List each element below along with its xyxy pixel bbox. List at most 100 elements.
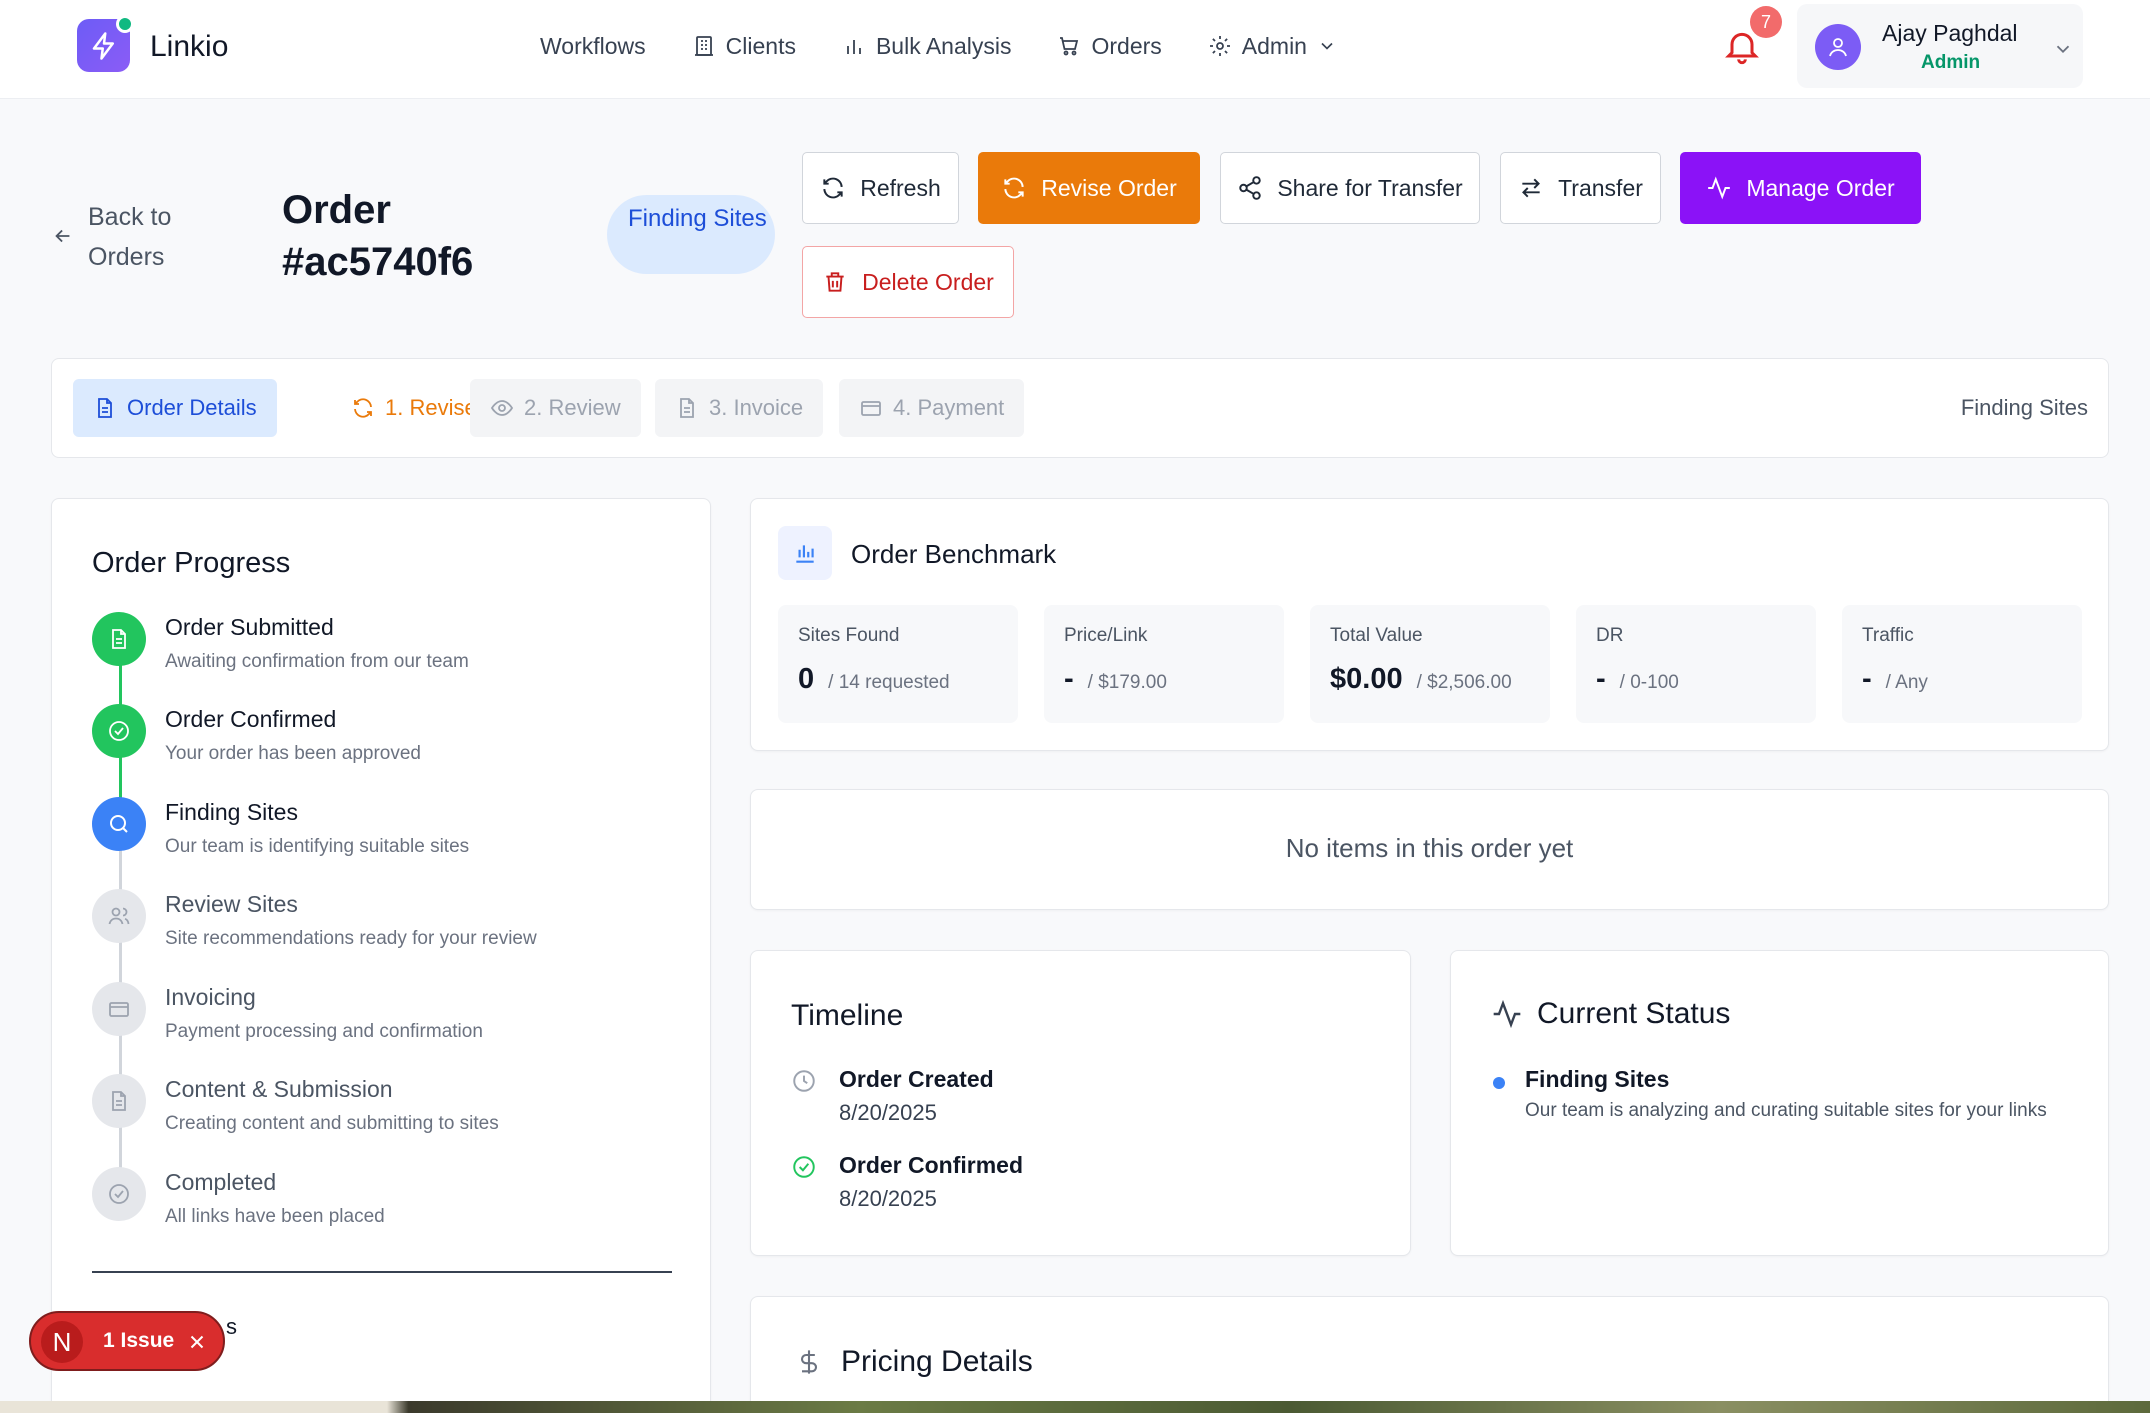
bar-chart-icon bbox=[847, 40, 861, 54]
timeline-event-title: Order Confirmed bbox=[839, 1152, 1024, 1178]
trash-icon bbox=[826, 272, 844, 292]
dollar-icon bbox=[800, 1350, 818, 1374]
metric-value: $0.00 / $2,506.00 bbox=[1330, 663, 1512, 696]
notification-count-badge: 7 bbox=[1750, 6, 1782, 38]
check-circle-icon bbox=[793, 1156, 815, 1178]
step-description: Site recommendations ready for your revi… bbox=[165, 928, 537, 949]
user-icon bbox=[1829, 38, 1847, 57]
document-icon bbox=[92, 1074, 146, 1128]
document-icon bbox=[680, 398, 694, 418]
activity-icon bbox=[1493, 999, 1521, 1029]
tab-invoice-label: 3. Invoice bbox=[709, 395, 804, 420]
metric-label: Price/Link bbox=[1064, 625, 1148, 646]
main-nav: Workflows Clients Bulk Analysis Orders A… bbox=[540, 28, 1383, 64]
step-title: Review Sites bbox=[165, 891, 298, 917]
close-icon[interactable] bbox=[186, 1331, 208, 1353]
order-benchmark-card: Order Benchmark Sites Found 0 / 14 reque… bbox=[750, 498, 2109, 751]
share-for-transfer-button[interactable]: Share for Transfer bbox=[1220, 152, 1480, 224]
logo-icon[interactable] bbox=[77, 15, 134, 72]
metric-target: / 14 requested bbox=[828, 672, 950, 693]
tab-payment-label: 4. Payment bbox=[893, 395, 1005, 420]
brand-name[interactable]: Linkio bbox=[150, 30, 228, 64]
nav-bulk-analysis-label: Bulk Analysis bbox=[875, 32, 1012, 59]
refresh-icon bbox=[1004, 177, 1024, 199]
chevron-down-icon bbox=[2056, 45, 2070, 54]
top-navbar: Linkio Workflows Clients Bulk Analysis O… bbox=[0, 0, 2150, 99]
tab-review[interactable]: 2. Review bbox=[470, 379, 641, 437]
metric-main-value: 0 bbox=[798, 663, 815, 695]
issues-badge[interactable]: N 1 Issue bbox=[29, 1311, 225, 1371]
avatar bbox=[1815, 24, 1861, 70]
timeline-title: Timeline bbox=[791, 999, 904, 1032]
transfer-label: Transfer bbox=[1558, 174, 1643, 201]
step-description: Payment processing and confirmation bbox=[165, 1021, 483, 1042]
tab-review-label: 2. Review bbox=[524, 395, 621, 420]
metric-target: / $179.00 bbox=[1087, 672, 1167, 693]
tab-order-details-label: Order Details bbox=[127, 395, 257, 420]
transfer-button[interactable]: Transfer bbox=[1500, 152, 1661, 224]
bar-chart-icon bbox=[778, 526, 832, 580]
refresh-label: Refresh bbox=[860, 174, 941, 201]
tab-invoice[interactable]: 3. Invoice bbox=[655, 379, 824, 437]
manage-order-button[interactable]: Manage Order bbox=[1680, 152, 1921, 224]
step-title: Finding Sites bbox=[165, 799, 298, 825]
nav-bulk-analysis[interactable]: Bulk Analysis bbox=[842, 28, 1012, 64]
revise-order-button[interactable]: Revise Order bbox=[978, 152, 1200, 224]
gear-icon bbox=[1209, 36, 1230, 56]
nav-admin[interactable]: Admin bbox=[1208, 28, 1337, 64]
tab-payment[interactable]: 4. Payment bbox=[839, 379, 1025, 437]
metric-value: 0 / 14 requested bbox=[798, 663, 950, 696]
page-title: Order #ac5740f6 bbox=[282, 188, 474, 284]
metric-target: / $2,506.00 bbox=[1416, 672, 1512, 693]
step-description: Your order has been approved bbox=[165, 743, 421, 764]
delete-order-label: Delete Order bbox=[862, 268, 994, 295]
refresh-button[interactable]: Refresh bbox=[802, 152, 959, 224]
step-title: Order Confirmed bbox=[165, 706, 337, 732]
metric-target: / Any bbox=[1885, 672, 1928, 693]
timeline-event-date: 8/20/2025 bbox=[839, 1186, 937, 1211]
tab-order-details[interactable]: Order Details bbox=[73, 379, 277, 437]
manage-order-label: Manage Order bbox=[1746, 174, 1895, 201]
current-status-heading: Current Status bbox=[1491, 997, 1730, 1031]
step-description: Our team is identifying suitable sites bbox=[165, 836, 470, 857]
step-description: All links have been placed bbox=[165, 1206, 385, 1227]
check-circle-icon bbox=[92, 1167, 146, 1221]
metric-price-per-link: Price/Link - / $179.00 bbox=[1044, 605, 1284, 723]
metric-label: Total Value bbox=[1330, 625, 1423, 646]
current-status-name: Finding Sites bbox=[1525, 1066, 1670, 1092]
nav-clients[interactable]: Clients bbox=[692, 28, 796, 64]
credit-card-icon bbox=[861, 401, 881, 416]
order-progress-card: Order Progress Order Submitted Awaiting … bbox=[51, 498, 711, 1413]
order-benchmark-title: Order Benchmark bbox=[851, 539, 1057, 569]
nav-workflows[interactable]: Workflows bbox=[540, 28, 646, 64]
step-description: Creating content and submitting to sites bbox=[165, 1113, 499, 1134]
metric-target: / 0-100 bbox=[1619, 672, 1679, 693]
metric-label: Traffic bbox=[1862, 625, 1914, 646]
order-progress-title: Order Progress bbox=[92, 547, 291, 579]
current-status-title: Current Status bbox=[1537, 997, 1731, 1030]
order-tabs: Order Details 1. Revise 2. Review 3. Inv… bbox=[51, 358, 2109, 458]
hidden-label-fragment: s bbox=[226, 1314, 237, 1339]
pricing-heading: Pricing Details bbox=[795, 1345, 1033, 1379]
status-dot bbox=[116, 15, 134, 33]
metric-sites-found: Sites Found 0 / 14 requested bbox=[778, 605, 1018, 723]
swap-arrows-icon bbox=[1522, 178, 1541, 198]
check-circle-icon bbox=[92, 704, 146, 758]
credit-card-icon bbox=[92, 982, 146, 1036]
metric-main-value: - bbox=[1862, 663, 1872, 695]
metric-label: DR bbox=[1596, 625, 1624, 646]
current-status-card: Current Status Finding Sites Our team is… bbox=[1450, 950, 2109, 1256]
nav-clients-label: Clients bbox=[725, 32, 796, 59]
status-indicator-dot bbox=[1493, 1077, 1505, 1089]
building-icon bbox=[694, 36, 713, 56]
refresh-icon bbox=[354, 398, 372, 418]
divider bbox=[92, 1271, 672, 1273]
delete-order-button[interactable]: Delete Order bbox=[802, 246, 1014, 318]
nav-workflows-label: Workflows bbox=[540, 32, 646, 59]
metric-dr: DR - / 0-100 bbox=[1576, 605, 1816, 723]
nav-orders[interactable]: Orders bbox=[1057, 28, 1162, 64]
metric-label: Sites Found bbox=[798, 625, 900, 646]
user-menu[interactable]: Ajay Paghdal Admin bbox=[1797, 4, 2083, 88]
back-to-orders-link[interactable]: Back to Orders bbox=[52, 197, 208, 277]
document-icon bbox=[98, 398, 112, 418]
